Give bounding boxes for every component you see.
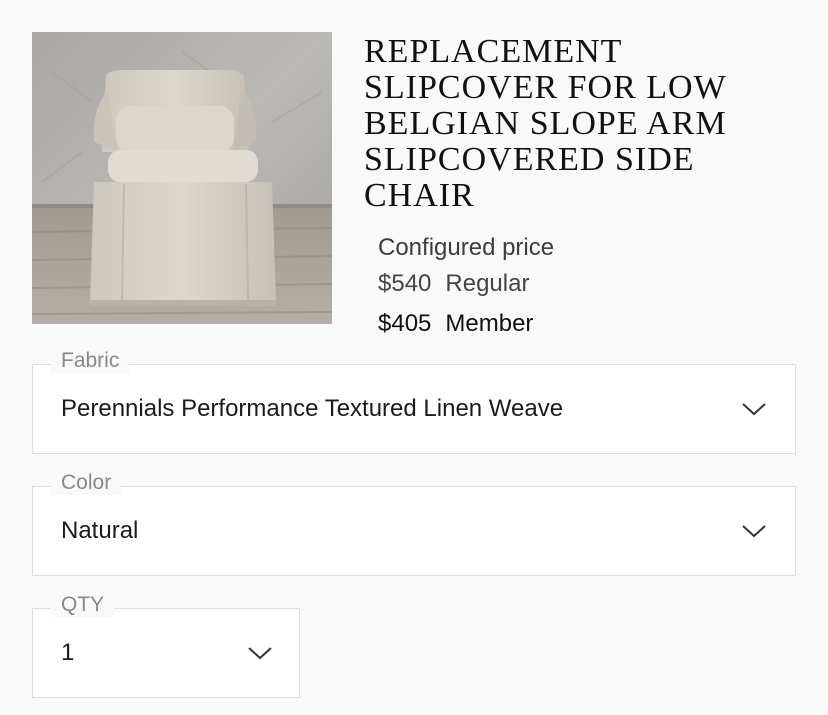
price-caption: Configured price	[378, 234, 555, 261]
member-price: $405 Member	[378, 304, 554, 344]
member-price-amount: $405	[378, 310, 432, 337]
chevron-down-icon[interactable]	[247, 645, 273, 661]
quantity-select-value: 1	[61, 639, 75, 666]
chair-photo-icon	[32, 32, 332, 324]
color-select[interactable]: Color Natural	[32, 471, 796, 576]
regular-price: $540 Regular	[378, 264, 554, 304]
product-image	[32, 32, 332, 324]
fabric-select-value: Perennials Performance Textured Linen We…	[61, 395, 564, 422]
quantity-select[interactable]: QTY 1	[32, 593, 300, 698]
regular-price-label: Regular	[445, 270, 530, 297]
chevron-down-icon[interactable]	[741, 401, 767, 417]
price-block: Configured price $540 Regular $405 Member	[378, 232, 554, 344]
member-price-label: Member	[445, 310, 534, 337]
color-select-value: Natural	[61, 517, 139, 544]
regular-price-amount: $540	[378, 270, 432, 297]
product-title: REPLACEMENT SLIPCOVER FOR LOW BELGIAN SL…	[364, 33, 727, 214]
product-options-page: REPLACEMENT SLIPCOVER FOR LOW BELGIAN SL…	[0, 0, 828, 715]
chevron-down-icon[interactable]	[741, 523, 767, 539]
fabric-select[interactable]: Fabric Perennials Performance Textured L…	[32, 349, 796, 454]
